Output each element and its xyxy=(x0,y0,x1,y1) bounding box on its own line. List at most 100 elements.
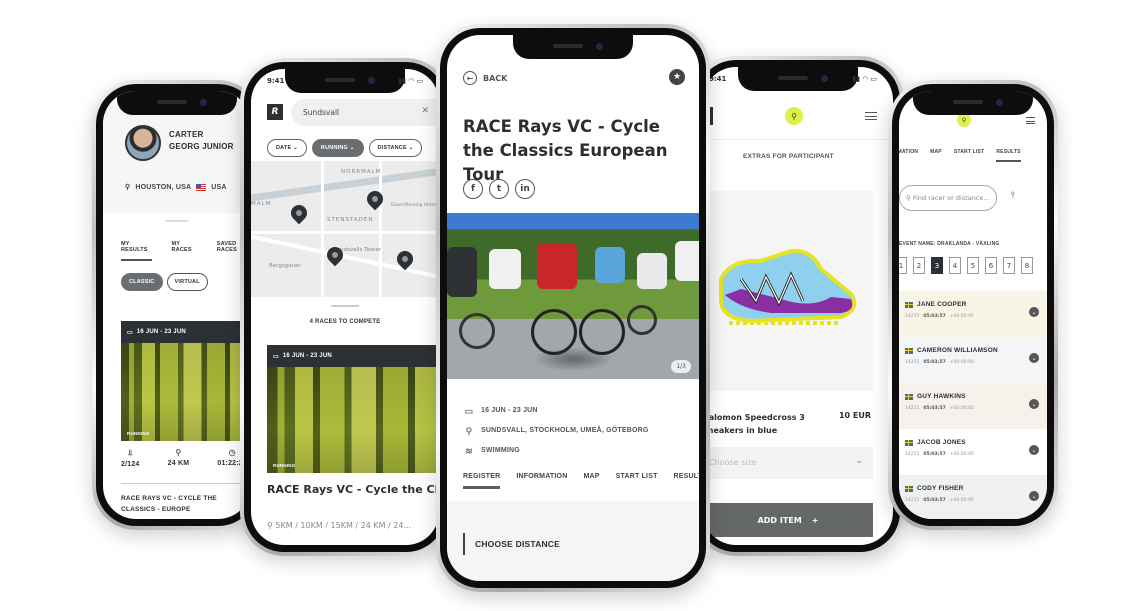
map-pin-icon[interactable] xyxy=(363,187,387,211)
facebook-icon[interactable]: f xyxy=(463,179,483,199)
calendar-icon: ▭ xyxy=(127,329,133,336)
stat-position: ⫫ 2/124 xyxy=(121,448,140,468)
page-button[interactable]: 1 xyxy=(899,257,907,274)
page-button[interactable]: 7 xyxy=(1003,257,1015,274)
racer-search-input[interactable]: ⚲ Find racer or distance... xyxy=(899,185,997,211)
map-road xyxy=(251,231,439,234)
rider-figure xyxy=(447,247,477,297)
tab-register[interactable]: REGISTER xyxy=(463,473,501,489)
map-label: NORRMALM xyxy=(341,169,382,175)
filter-distance[interactable]: DISTANCE ⌄ xyxy=(368,139,423,157)
tab-my-results[interactable]: MY RESULTS xyxy=(121,241,152,261)
add-item-button[interactable]: ADD ITEM + xyxy=(703,503,873,537)
section-title: EXTRAS FOR PARTICIPANT xyxy=(743,153,834,160)
map-river xyxy=(251,161,439,205)
favorite-star-icon[interactable]: ★ xyxy=(669,69,685,85)
search-button[interactable]: ⚲ xyxy=(785,107,803,125)
filter-sliders-icon[interactable]: ⫯ xyxy=(1011,191,1015,201)
chevron-down-icon: ⌄ xyxy=(855,456,863,466)
phone-search: 9:41 ▮▮ ◠ ▭ R Sundsvall ✕ DATE ⌄ RUNNING… xyxy=(240,58,450,556)
phone-results: ⚲ INFORMATION MAP START LIST RESULTS ⚲ F… xyxy=(888,80,1058,530)
map[interactable]: NORRMALM STENSTADEN MALM Sundsvalls Teat… xyxy=(251,161,439,297)
profile-tabs: MY RESULTS MY RACES SAVED RACES xyxy=(121,241,251,261)
expand-chevron-icon[interactable]: ⌄ xyxy=(1029,445,1039,455)
pagination: 1 2 3 4 5 6 7 8 xyxy=(899,257,1033,274)
tab-results[interactable]: RESULTS xyxy=(996,149,1021,162)
race-info: ▭ 16 JUN - 23 JUN ⚲ SUNDSVALL, STOCKHOLM, … xyxy=(463,401,649,461)
map-label: Good Morning Hotel xyxy=(391,203,436,208)
result-row[interactable]: GUY HAWKINS 14255 05:03:57 +00:00:00 ⌄ xyxy=(899,383,1047,429)
page-button[interactable]: 4 xyxy=(949,257,961,274)
phone-profile: CARTER GEORG JUNIOR ⚲ HOUSTON, USA USA M… xyxy=(92,80,262,530)
sweden-flag-icon xyxy=(905,439,913,446)
race-photo: RUNNING xyxy=(267,367,439,473)
event-name: EVENT NAME: DRAKLANDA - VÄXLING xyxy=(899,241,1000,247)
clear-search-icon[interactable]: ✕ xyxy=(421,106,429,116)
register-panel: CHOOSE DISTANCE xyxy=(447,501,699,581)
result-row[interactable]: JANE COOPER 14255 05:03:57 +00:00:00 ⌄ xyxy=(899,291,1047,337)
race-dates: ▭ 16 JUN - 23 JUN xyxy=(463,401,649,421)
map-label: MALM xyxy=(251,201,272,207)
bike-wheel xyxy=(627,305,657,335)
tab-results[interactable]: RESULTS xyxy=(674,473,699,489)
expand-chevron-icon[interactable]: ⌄ xyxy=(1029,353,1039,363)
product-price: 10 EUR xyxy=(838,411,871,420)
location-pin-icon: ⚲ xyxy=(465,426,473,436)
race-title[interactable]: RACE RAYS VC - CYCLE THE CLASSICS - EURO… xyxy=(121,493,247,515)
plus-icon: + xyxy=(811,515,819,525)
race-photo: RUNNING xyxy=(121,343,251,441)
race-locations: ⚲ SUNDSVALL, STOCKHOLM, UMEÅ, GÖTEBORG xyxy=(463,421,649,441)
result-row[interactable]: CODY FISHER 14255 05:03:57 +00:00:00 ⌄ xyxy=(899,475,1047,519)
expand-chevron-icon[interactable]: ⌄ xyxy=(1029,399,1039,409)
app-logo[interactable]: R xyxy=(267,104,283,120)
signal-icons: ▮▮ ◠ ▭ xyxy=(852,75,877,83)
expand-chevron-icon[interactable]: ⌄ xyxy=(1029,491,1039,501)
search-button[interactable]: ⚲ xyxy=(957,113,971,127)
photo-counter: 1/3 xyxy=(671,360,691,373)
twitter-icon[interactable]: t xyxy=(489,179,509,199)
page-button[interactable]: 6 xyxy=(985,257,997,274)
tab-start-list[interactable]: START LIST xyxy=(954,149,985,162)
drag-handle[interactable] xyxy=(331,305,359,307)
menu-icon[interactable] xyxy=(1026,117,1035,124)
filter-running[interactable]: RUNNING ⌄ xyxy=(311,139,364,157)
pill-classic[interactable]: CLASSIC xyxy=(121,273,163,291)
menu-icon[interactable] xyxy=(865,112,877,120)
drag-handle[interactable] xyxy=(165,220,189,222)
page-button[interactable]: 5 xyxy=(967,257,979,274)
page-button[interactable]: 8 xyxy=(1021,257,1033,274)
pill-virtual[interactable]: VIRTUAL xyxy=(166,273,208,291)
phone-extras: 9:41 ▮▮ ◠ ▭ ⚲ EXTRAS FOR PARTICIPANT Sal… xyxy=(692,56,904,556)
race-photo-carousel[interactable]: 1/3 xyxy=(447,213,699,379)
sport-tag: RUNNING xyxy=(127,431,150,436)
result-card[interactable]: ▭ 16 JUN - 23 JUN RUNNING xyxy=(121,321,251,441)
result-row[interactable]: CAMERON WILLIAMSON 14255 05:03:57 +00:00:0… xyxy=(899,337,1047,383)
tab-information[interactable]: INFORMATION xyxy=(516,473,567,489)
result-row[interactable]: JACOB JONES 14255 05:03:57 +00:00:00 ⌄ xyxy=(899,429,1047,475)
tab-map[interactable]: MAP xyxy=(583,473,599,489)
tab-map[interactable]: MAP xyxy=(930,149,942,162)
user-location: ⚲ HOUSTON, USA USA xyxy=(125,183,227,191)
results-list: JANE COOPER 14255 05:03:57 +00:00:00 ⌄ CAM… xyxy=(899,291,1047,519)
page-button-active[interactable]: 3 xyxy=(931,257,943,274)
back-button[interactable]: ← BACK xyxy=(463,71,507,85)
tab-my-races[interactable]: MY RACES xyxy=(172,241,197,261)
linkedin-icon[interactable]: in xyxy=(515,179,535,199)
sweden-flag-icon xyxy=(905,347,913,354)
page-button[interactable]: 2 xyxy=(913,257,925,274)
expand-chevron-icon[interactable]: ⌄ xyxy=(1029,307,1039,317)
bike-wheel xyxy=(531,309,577,355)
race-card[interactable]: ▭ 16 JUN - 23 JUN RUNNING xyxy=(267,345,439,473)
tab-information[interactable]: INFORMATION xyxy=(899,149,918,162)
size-select[interactable]: Choose size ⌄ xyxy=(703,447,873,479)
filter-date[interactable]: DATE ⌄ xyxy=(267,139,307,157)
sneaker-image xyxy=(719,248,857,325)
avatar[interactable] xyxy=(125,125,161,161)
map-pin-icon[interactable] xyxy=(287,201,311,225)
tab-start-list[interactable]: START LIST xyxy=(616,473,658,489)
race-title[interactable]: RACE Rays VC - Cycle the Classics Europe… xyxy=(267,481,439,499)
search-input[interactable]: Sundsvall ✕ xyxy=(291,99,439,126)
route-icon: ⚲ xyxy=(175,448,182,457)
product-image[interactable] xyxy=(703,191,873,391)
map-road xyxy=(379,161,382,297)
